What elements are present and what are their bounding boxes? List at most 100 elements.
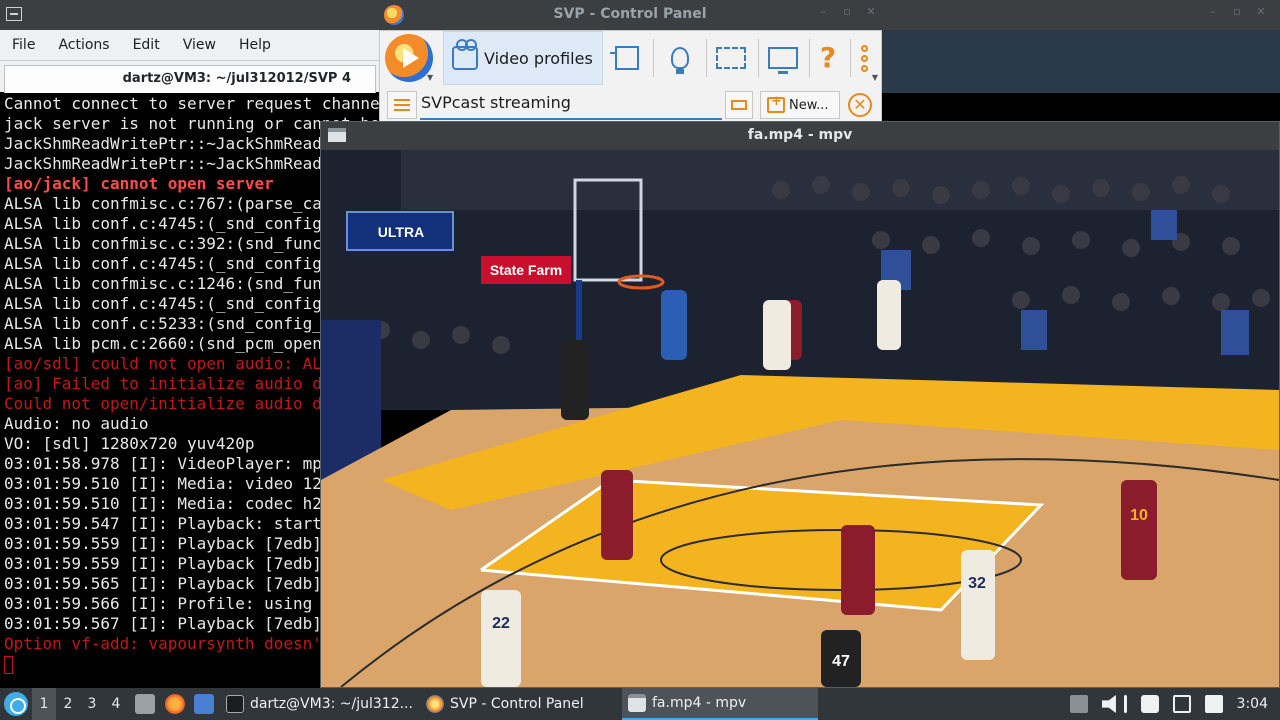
more-icon [860,44,868,72]
lightbulb-button[interactable] [660,39,700,77]
close-icon[interactable]: ✕ [866,6,876,17]
terminal-menubar: File Actions Edit View Help [0,30,380,60]
terminal-line: Cannot connect to server request channel [4,94,380,113]
help-icon: ? [819,41,837,74]
new-profile-icon [767,94,785,113]
referee [561,340,589,420]
svp-window-controls: – ▫ ✕ [818,6,876,17]
terminal-icon [226,695,244,713]
player [481,590,521,687]
player [601,470,633,560]
task-svp-label: SVP - Control Panel [450,696,584,712]
video-frame[interactable]: ULTRA State Farm 22 32 10 47 [321,150,1279,687]
workspace-4[interactable]: 4 [104,688,128,720]
video-camera-icon [452,39,478,70]
workspace-3[interactable]: 3 [80,688,104,720]
task-mpv-label: fa.mp4 - mpv [652,695,747,711]
mpv-window-title: fa.mp4 - mpv [747,127,853,143]
profile-menu-button[interactable] [387,91,417,119]
new-profile-button[interactable]: New... [760,91,840,119]
tab-video-profiles-label: Video profiles [484,48,593,68]
battery-icon[interactable] [1204,695,1223,713]
crop-icon [610,46,639,70]
taskbar: 1 2 3 4 dartz@VM3: ~/jul312... SVP - Con… [0,688,1280,720]
svp-control-panel: ▼ Video profiles ? ▼ SVPcast streaming N… [379,30,882,122]
basketball-scene: ULTRA State Farm 22 32 10 47 [321,150,1279,687]
workspace-2[interactable]: 2 [56,688,80,720]
menu-help[interactable]: Help [239,37,271,53]
player [841,525,875,615]
edit-profile-button[interactable] [725,91,753,119]
clipboard-icon[interactable] [1140,695,1159,713]
mpv-icon [628,694,646,712]
profile-field-underline [420,118,722,120]
minimize-icon[interactable]: – [1208,6,1218,17]
network-icon[interactable] [1172,695,1191,713]
tray-separator [1123,695,1127,713]
player [877,280,901,350]
jersey-number: 32 [968,575,986,592]
svp-menu-logo-icon[interactable] [385,34,433,82]
toolbar-separator [706,39,707,77]
file-manager-icon[interactable] [135,694,155,714]
edit-icon [731,100,747,110]
monitor-icon [768,47,798,74]
firefox-icon[interactable] [165,694,185,714]
player [1121,480,1157,580]
toolbar-overflow-arrow-icon[interactable]: ▼ [872,73,878,82]
dropdown-arrow-icon: ▼ [427,73,434,82]
svp-title-bar[interactable]: SVP - Control Panel – ▫ ✕ – ▫ ✕ [0,0,1280,30]
show-desktop-icon[interactable] [194,694,214,714]
screen-icon [716,47,746,69]
player [763,300,791,370]
tray-notifications-icon[interactable] [1069,695,1088,713]
jersey-number: 10 [1130,507,1148,524]
mpv-title-bar[interactable]: fa.mp4 - mpv [321,122,1279,150]
menu-actions[interactable]: Actions [58,37,109,53]
maximize-icon[interactable]: ▫ [842,6,852,17]
monitor-button[interactable] [763,39,803,77]
jersey-number: 22 [492,615,510,632]
task-terminal[interactable]: dartz@VM3: ~/jul312... [220,688,420,720]
toolbar-separator [653,39,654,77]
svp-icon [426,695,444,713]
terminal-cursor [4,655,13,674]
tab-video-profiles[interactable]: Video profiles [443,31,603,85]
desktop-strip [882,93,1280,122]
menu-edit[interactable]: Edit [133,37,160,53]
terminal-window-controls: – ▫ ✕ [1208,6,1266,17]
menu-file[interactable]: File [12,37,35,53]
volume-icon[interactable] [1101,695,1116,713]
task-svp[interactable]: SVP - Control Panel [420,688,620,720]
jersey-number: 47 [832,653,850,670]
player [661,290,687,360]
close-icon[interactable]: ✕ [1256,6,1266,17]
terminal-tab-bar: dartz@VM3: ~/jul312012/SVP 4 [0,60,380,93]
system-tray: 3:04 [1069,688,1280,720]
new-profile-label: New... [789,97,829,113]
crop-button[interactable] [607,39,647,77]
task-mpv[interactable]: fa.mp4 - mpv [622,688,818,720]
statefarm-banner-text: State Farm [490,262,562,278]
more-button[interactable] [844,39,884,77]
clock[interactable]: 3:04 [1237,696,1268,712]
lightbulb-icon [671,47,689,74]
minimize-icon[interactable]: – [818,6,828,17]
ad-board-text: ULTRA [378,224,424,240]
terminal-tab[interactable]: dartz@VM3: ~/jul312012/SVP 4 [4,65,376,93]
screen-button[interactable] [711,39,751,77]
workspace-1[interactable]: 1 [32,688,56,720]
help-button[interactable]: ? [808,39,848,77]
task-terminal-label: dartz@VM3: ~/jul312... [250,696,413,712]
mpv-window: fa.mp4 - mpv ULTRA State Farm 22 32 10 4… [320,121,1280,688]
maximize-icon[interactable]: ▫ [1232,6,1242,17]
remove-profile-button[interactable]: ✕ [848,93,872,117]
upper-stands [401,150,1279,210]
toolbar-separator [758,39,759,77]
profile-row: SVPcast streaming New... ✕ [380,87,881,121]
svp-window-title: SVP - Control Panel [553,6,707,22]
menu-view[interactable]: View [183,37,216,53]
start-menu-icon[interactable] [4,692,28,716]
player [961,550,995,660]
profile-name-field[interactable]: SVPcast streaming [421,93,571,112]
